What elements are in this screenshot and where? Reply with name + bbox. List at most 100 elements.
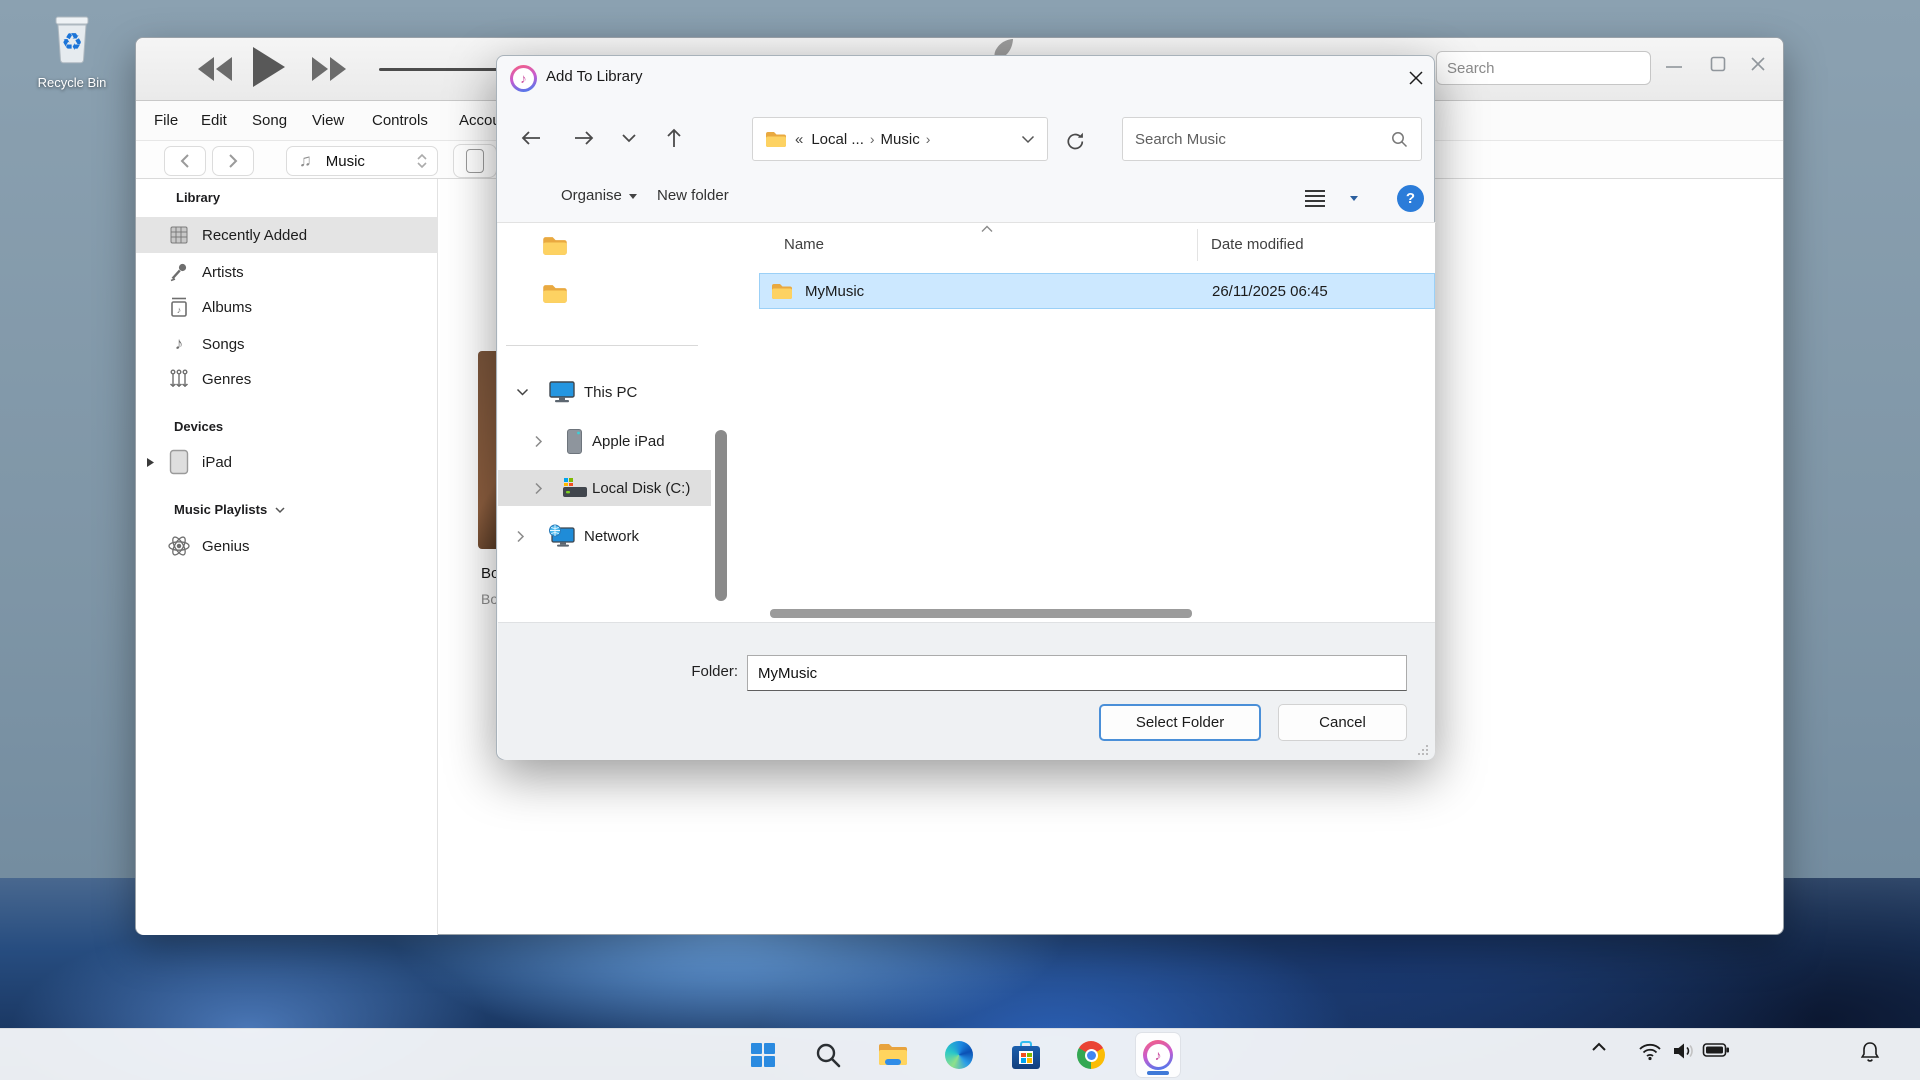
nav-up-icon[interactable] xyxy=(656,121,692,155)
expand-chevron-icon[interactable] xyxy=(516,388,529,397)
breadcrumb-separator: › xyxy=(864,131,881,147)
taskbar-search-button[interactable] xyxy=(806,1033,850,1077)
tree-folder-icon[interactable] xyxy=(542,236,568,256)
search-icon xyxy=(815,1042,841,1068)
close-icon[interactable] xyxy=(1748,54,1768,74)
tray-chevron-up-icon[interactable] xyxy=(1590,1041,1608,1053)
play-button[interactable] xyxy=(249,44,287,90)
view-list-icon[interactable] xyxy=(1303,189,1327,207)
speaker-icon[interactable] xyxy=(1672,1041,1696,1061)
menu-controls[interactable]: Controls xyxy=(369,101,431,141)
recycle-bin-glyph: ♻ xyxy=(43,8,101,68)
sidebar-item-genius[interactable]: Genius xyxy=(136,528,438,564)
microsoft-store-button[interactable] xyxy=(1004,1033,1048,1077)
new-folder-button[interactable]: New folder xyxy=(657,187,729,204)
organise-button[interactable]: Organise xyxy=(561,187,637,204)
media-selector[interactable]: ♫ Music xyxy=(286,146,438,176)
playlists-header: Music Playlists xyxy=(174,502,285,517)
taskbar: ♪ xyxy=(0,1028,1920,1080)
file-row-mymusic[interactable]: MyMusic 26/11/2025 06:45 xyxy=(759,273,1435,309)
file-date: 26/11/2025 06:45 xyxy=(1212,283,1328,300)
tree-item-this-pc[interactable]: This PC xyxy=(498,374,711,410)
chrome-button[interactable] xyxy=(1069,1033,1113,1077)
active-app-indicator xyxy=(1147,1071,1169,1075)
search-icon xyxy=(1391,131,1408,148)
back-button[interactable] xyxy=(164,146,206,176)
library-header: Library xyxy=(176,190,220,205)
add-to-library-dialog: ♪ Add To Library « Local ... › Music xyxy=(496,55,1435,760)
fast-forward-button[interactable] xyxy=(308,54,350,84)
sidebar-item-recently-added[interactable]: Recently Added xyxy=(136,217,438,253)
edge-icon xyxy=(945,1041,973,1069)
nav-recent-chevron-icon[interactable] xyxy=(611,121,647,155)
forward-button[interactable] xyxy=(212,146,254,176)
sidebar-item-albums[interactable]: ♪ Albums xyxy=(136,289,438,325)
breadcrumb-music[interactable]: Music xyxy=(881,131,920,148)
column-divider[interactable] xyxy=(1197,229,1198,261)
notifications-bell-icon[interactable] xyxy=(1860,1041,1880,1063)
minimize-icon[interactable] xyxy=(1664,60,1684,74)
microsoft-store-icon xyxy=(1012,1041,1040,1069)
collapsed-chevron-icon[interactable] xyxy=(534,482,543,495)
recycle-bin-icon[interactable]: ♻ Recycle Bin xyxy=(16,8,128,90)
help-button[interactable]: ? xyxy=(1397,185,1424,212)
sidebar-item-genres[interactable]: Genres xyxy=(136,361,438,397)
dialog-search-input[interactable] xyxy=(1122,117,1422,161)
nav-forward-icon[interactable] xyxy=(566,121,602,155)
select-folder-button[interactable]: Select Folder xyxy=(1099,704,1261,741)
nav-back-icon[interactable] xyxy=(513,121,549,155)
folder-label: Folder: xyxy=(673,663,738,680)
breadcrumb-overflow[interactable]: « xyxy=(795,131,803,148)
tree-item-network[interactable]: Network xyxy=(498,518,711,554)
resize-grip[interactable] xyxy=(1417,744,1429,756)
disclosure-triangle-icon[interactable] xyxy=(146,457,155,468)
maximize-icon[interactable] xyxy=(1708,54,1728,74)
collapsed-chevron-icon[interactable] xyxy=(534,435,543,448)
dialog-close-icon[interactable] xyxy=(1400,62,1432,94)
collapsed-chevron-icon[interactable] xyxy=(516,530,525,543)
sidebar-item-songs[interactable]: ♪ Songs xyxy=(136,326,438,362)
local-disk-icon xyxy=(562,477,588,499)
tree-item-local-disk[interactable]: Local Disk (C:) xyxy=(498,470,711,506)
refresh-icon[interactable] xyxy=(1057,124,1093,158)
sidebar-item-artists[interactable]: Artists xyxy=(136,254,438,290)
album-icon: ♪ xyxy=(166,294,192,320)
breadcrumb-drive[interactable]: Local ... xyxy=(811,131,864,148)
menu-file[interactable]: File xyxy=(151,101,181,141)
grid-icon xyxy=(166,222,192,248)
desktop: ♻ Recycle Bin File xyxy=(0,0,1920,1080)
file-explorer-button[interactable] xyxy=(871,1033,915,1077)
chevron-down-icon[interactable] xyxy=(275,506,285,514)
windows-logo-icon xyxy=(750,1042,776,1068)
folder-name-input[interactable] xyxy=(747,655,1407,691)
recycle-bin-label: Recycle Bin xyxy=(16,75,128,90)
dialog-title: Add To Library xyxy=(546,68,642,85)
column-header-date[interactable]: Date modified xyxy=(1211,229,1304,261)
start-button[interactable] xyxy=(741,1033,785,1077)
itunes-search-input[interactable] xyxy=(1436,51,1651,85)
tree-item-apple-ipad[interactable]: Apple iPad xyxy=(498,423,711,459)
itunes-sidebar: Library Recently Added Artists ♪ Albums xyxy=(136,179,438,935)
horizontal-scrollbar[interactable] xyxy=(770,609,1192,618)
address-dropdown-icon[interactable] xyxy=(1021,135,1035,144)
tree-scrollbar[interactable] xyxy=(715,430,727,601)
ipad-icon xyxy=(166,449,192,475)
tree-folder-icon-2[interactable] xyxy=(542,284,568,304)
menu-edit[interactable]: Edit xyxy=(198,101,230,141)
menu-view[interactable]: View xyxy=(309,101,347,141)
cancel-button[interactable]: Cancel xyxy=(1278,704,1407,741)
view-dropdown-icon[interactable] xyxy=(1350,196,1358,201)
menu-song[interactable]: Song xyxy=(249,101,290,141)
breadcrumb-separator2: › xyxy=(920,131,937,147)
rewind-button[interactable] xyxy=(194,54,236,84)
battery-icon[interactable] xyxy=(1702,1041,1730,1059)
guitars-icon xyxy=(166,366,192,392)
edge-button[interactable] xyxy=(937,1033,981,1077)
chrome-icon xyxy=(1077,1041,1105,1069)
sidebar-item-ipad[interactable]: iPad xyxy=(136,444,438,480)
address-bar[interactable]: « Local ... › Music › xyxy=(752,117,1048,161)
itunes-taskbar-button[interactable]: ♪ xyxy=(1136,1033,1180,1077)
column-header-name[interactable]: Name xyxy=(784,229,824,261)
device-button[interactable] xyxy=(453,144,497,178)
wifi-icon[interactable] xyxy=(1638,1041,1662,1061)
